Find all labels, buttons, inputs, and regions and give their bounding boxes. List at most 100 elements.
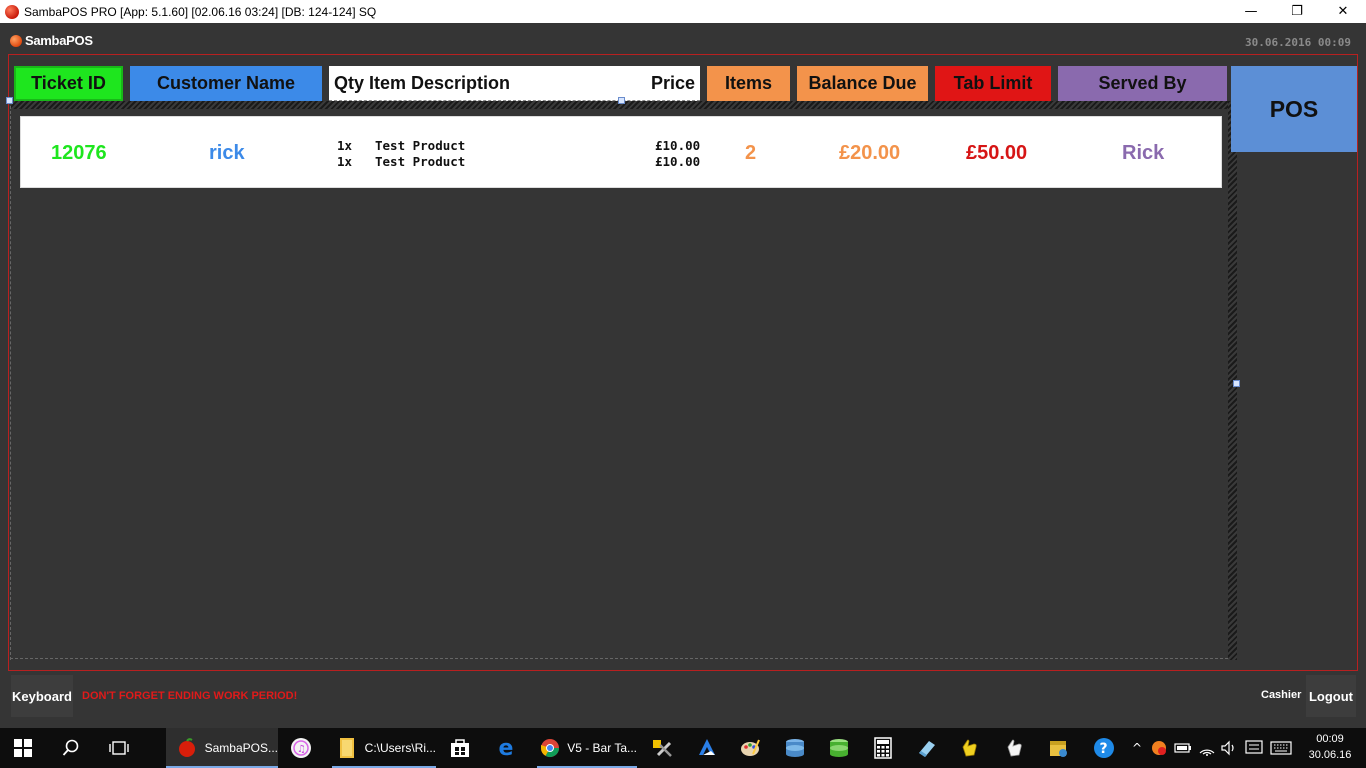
tray-overflow-chevron[interactable]: ^ — [1126, 728, 1148, 768]
header-ticket-id: Ticket ID — [14, 66, 123, 101]
tray-volume[interactable] — [1218, 728, 1240, 768]
svg-text:?: ? — [1100, 741, 1108, 757]
taskbar-app-explorer[interactable]: C:\Users\Ri... — [332, 728, 436, 768]
wifi-icon — [1196, 737, 1218, 759]
line-price: £10.00 — [655, 138, 701, 153]
sambapos-icon — [176, 737, 198, 759]
calculator-icon — [872, 737, 894, 759]
help-icon: ? — [1093, 737, 1115, 759]
served-by-value: Rick — [1122, 142, 1165, 164]
resize-handle-top[interactable] — [618, 97, 625, 104]
header-qty-item-description: Qty Item Description Price — [329, 66, 700, 101]
tomato-logo-icon — [10, 34, 22, 47]
taskbar-app-calculator[interactable] — [872, 728, 894, 768]
touch-keyboard-icon — [1270, 737, 1292, 759]
pos-button[interactable]: POS — [1231, 66, 1357, 152]
svg-text:♫: ♫ — [297, 744, 306, 755]
visual-studio-icon — [696, 737, 718, 759]
taskbar-app-paint[interactable] — [739, 728, 761, 768]
taskbar-time: 00:09 — [1316, 733, 1344, 745]
customer-name-value: rick — [209, 142, 245, 164]
taskbar-help[interactable]: ? — [1093, 728, 1115, 768]
logout-button[interactable]: Logout — [1306, 675, 1356, 717]
search-icon — [60, 737, 82, 759]
taskbar-app-tools[interactable] — [652, 728, 674, 768]
taskbar-app-chrome[interactable]: V5 - Bar Ta... — [537, 728, 637, 768]
taskbar-app-touch-white[interactable] — [1003, 728, 1025, 768]
taskbar-app-eraser[interactable] — [915, 728, 937, 768]
taskbar-app-store[interactable] — [449, 728, 471, 768]
header-items: Items — [707, 66, 790, 101]
taskbar-app-itunes[interactable]: ♫ — [290, 728, 312, 768]
tab-limit-value: £50.00 — [966, 142, 1028, 164]
close-button[interactable]: ✕ — [1320, 0, 1366, 23]
tray-avast[interactable] — [1148, 728, 1170, 768]
taskbar-app-sambapos[interactable]: SambaPOS... — [166, 728, 278, 768]
window-title: SambaPOS PRO [App: 5.1.60] [02.06.16 03:… — [24, 4, 377, 19]
app-header: SambaPOS 30.06.2016 00:09 — [0, 23, 1366, 55]
header-balance-due-label: Balance Due — [808, 73, 917, 93]
start-button[interactable] — [12, 728, 34, 768]
pos-button-label: POS — [1269, 95, 1319, 122]
line-description: Test Product — [375, 154, 466, 169]
task-view-icon — [108, 737, 130, 759]
header-served-by-label: Served By — [1098, 73, 1187, 93]
tray-battery[interactable] — [1172, 728, 1194, 768]
line-qty: 1x — [337, 154, 353, 169]
line-description: Test Product — [375, 138, 466, 153]
ticket-row[interactable]: 12076 rick 1x Test Product £10.00 1x Tes… — [20, 116, 1222, 188]
logout-button-label: Logout — [1308, 688, 1354, 704]
resize-handle-top-left[interactable] — [6, 97, 13, 104]
archive-icon — [1047, 737, 1069, 759]
folder-icon — [336, 737, 358, 759]
restore-button[interactable]: ❐ — [1274, 0, 1320, 23]
logo-text: SambaPOS — [25, 33, 93, 48]
taskbar-clock[interactable]: 00:09 30.06.16 — [1302, 731, 1358, 763]
hand-pointer-icon — [958, 737, 980, 759]
store-icon — [449, 737, 471, 759]
ticket-id-value: 12076 — [51, 142, 107, 164]
taskbar-search[interactable] — [60, 728, 82, 768]
taskbar-app-touch-yellow[interactable] — [958, 728, 980, 768]
minimize-button[interactable]: — — [1228, 0, 1274, 23]
header-tab-limit-label: Tab Limit — [953, 73, 1033, 93]
database-green-icon — [828, 737, 850, 759]
taskbar-app-label: C:\Users\Ri... — [364, 741, 436, 755]
header-qty-item-description-label: Qty Item Description — [334, 72, 511, 93]
sambapos-app-icon — [5, 4, 19, 19]
taskbar-app-visual-studio[interactable] — [696, 728, 718, 768]
header-balance-due: Balance Due — [797, 66, 928, 101]
taskbar-app-label: V5 - Bar Ta... — [567, 741, 637, 755]
database-icon — [784, 737, 806, 759]
window-titlebar: SambaPOS PRO [App: 5.1.60] [02.06.16 03:… — [0, 0, 1366, 23]
header-price-label: Price — [650, 72, 695, 93]
keyboard-button-label: Keyboard — [12, 688, 72, 704]
taskbar-app-database[interactable] — [784, 728, 806, 768]
tray-notifications[interactable] — [1243, 728, 1265, 768]
window-controls: — ❐ ✕ — [1228, 0, 1366, 23]
taskbar-app-archive[interactable] — [1047, 728, 1069, 768]
hand-touch-icon — [1003, 737, 1025, 759]
tools-icon — [652, 737, 674, 759]
task-view-button[interactable] — [108, 728, 130, 768]
taskbar-app-edge[interactable]: e — [495, 728, 517, 768]
line-qty: 1x — [337, 138, 353, 153]
action-center-icon — [1243, 737, 1265, 759]
resize-handle-right[interactable] — [1233, 380, 1240, 387]
tray-keyboard[interactable] — [1270, 728, 1292, 768]
antivirus-icon — [1148, 737, 1170, 759]
taskbar-app-database-green[interactable] — [828, 728, 850, 768]
chrome-icon — [539, 737, 560, 759]
app-logo: SambaPOS — [10, 33, 93, 48]
eraser-icon — [915, 737, 937, 759]
header-tab-limit: Tab Limit — [935, 66, 1051, 101]
header-items-label: Items — [724, 73, 773, 93]
keyboard-button[interactable]: Keyboard — [11, 675, 73, 717]
edge-icon: e — [498, 735, 514, 761]
taskbar-date: 30.06.16 — [1308, 749, 1352, 761]
items-count-value: 2 — [745, 142, 757, 164]
tray-wifi[interactable] — [1196, 728, 1218, 768]
line-price: £10.00 — [655, 154, 701, 169]
windows-logo-icon — [12, 737, 34, 759]
user-role-label: Cashier — [1261, 689, 1302, 701]
